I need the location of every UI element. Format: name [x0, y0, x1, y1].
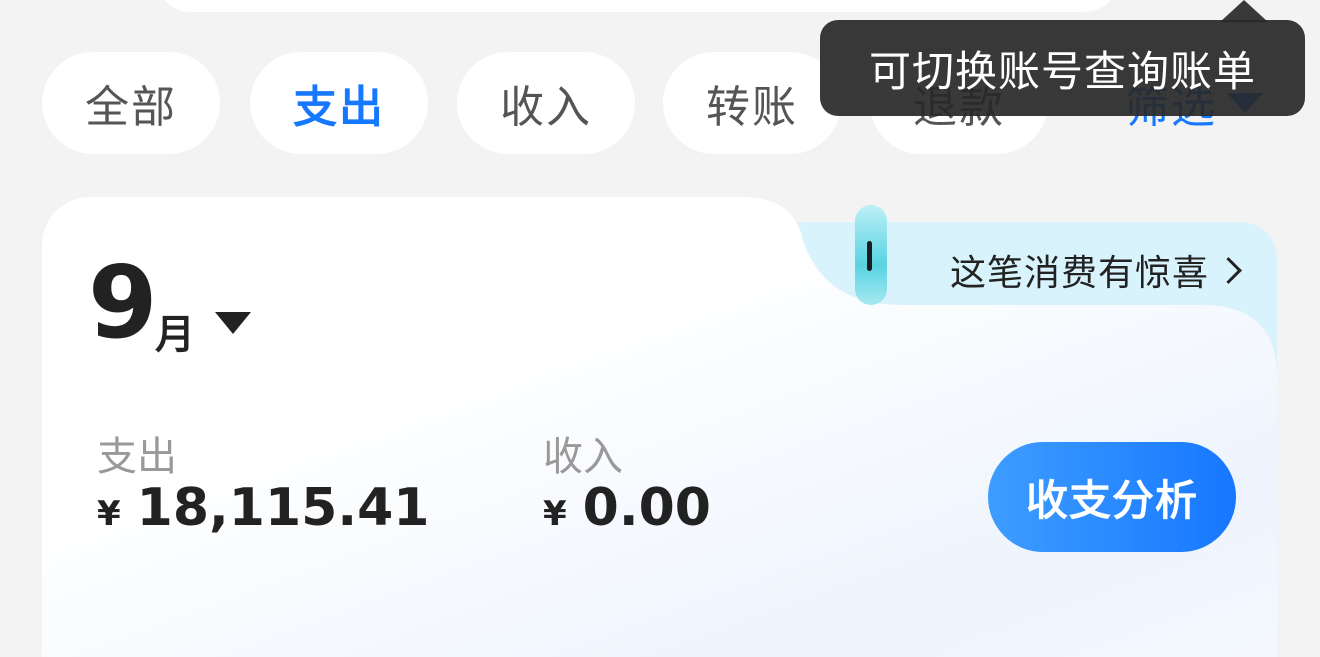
income-label: 收入: [543, 434, 623, 480]
search-bar[interactable]: [155, 0, 1120, 12]
mascot-eye: [867, 241, 872, 271]
tab-transfer[interactable]: 转账: [663, 52, 841, 154]
mascot-icon: [855, 205, 887, 305]
tab-all[interactable]: 全部: [42, 52, 220, 154]
tooltip-text: 可切换账号查询账单: [868, 46, 1256, 96]
analysis-button[interactable]: 收支分析: [988, 442, 1236, 552]
promo-link[interactable]: 这笔消费有惊喜: [950, 244, 1242, 296]
tab-expense[interactable]: 支出: [250, 52, 428, 154]
tab-income[interactable]: 收入: [457, 52, 635, 154]
tooltip-arrow: [1220, 0, 1268, 22]
month-unit[interactable]: 月: [155, 302, 195, 360]
month-dropdown-icon[interactable]: [215, 312, 251, 334]
promo-label: 这笔消费有惊喜: [950, 253, 1210, 294]
income-number: 0.00: [582, 478, 711, 538]
expense-label: 支出: [97, 434, 177, 480]
month-number[interactable]: 9: [88, 248, 158, 358]
chevron-right-icon: [1215, 256, 1242, 284]
account-switch-tooltip: 可切换账号查询账单: [820, 20, 1305, 116]
currency-symbol: ¥: [97, 494, 121, 534]
income-amount: ¥ 0.00: [543, 478, 711, 538]
expense-amount: ¥ 18,115.41: [97, 478, 429, 538]
currency-symbol: ¥: [543, 494, 567, 534]
expense-number: 18,115.41: [136, 478, 430, 538]
